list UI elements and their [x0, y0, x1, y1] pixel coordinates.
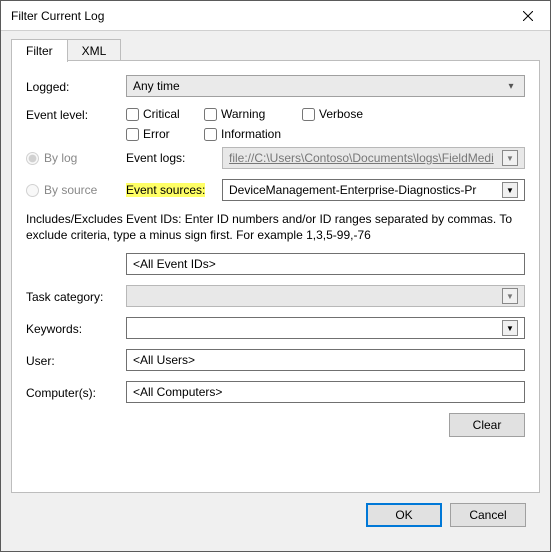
- includes-description: Includes/Excludes Event IDs: Enter ID nu…: [26, 211, 525, 243]
- check-warning-box[interactable]: [204, 108, 217, 121]
- window-title: Filter Current Log: [11, 9, 506, 23]
- task-category-label: Task category:: [26, 289, 126, 304]
- event-logs-label: Event logs:: [126, 151, 222, 165]
- chevron-down-icon: ▼: [502, 150, 518, 166]
- by-log-radio: [26, 152, 39, 165]
- tabstrip: Filter XML: [11, 39, 540, 61]
- by-source-label: By source: [44, 183, 97, 197]
- check-error[interactable]: Error: [126, 127, 196, 141]
- content-area: Filter XML Logged: Any time ▾ Event leve…: [1, 31, 550, 551]
- check-information-box[interactable]: [204, 128, 217, 141]
- check-verbose-box[interactable]: [302, 108, 315, 121]
- check-warning[interactable]: Warning: [204, 107, 294, 121]
- event-sources-label: Event sources:: [126, 183, 205, 197]
- close-icon: [523, 11, 533, 21]
- close-button[interactable]: [506, 1, 550, 31]
- check-error-box[interactable]: [126, 128, 139, 141]
- tab-filter[interactable]: Filter: [11, 39, 68, 62]
- logged-combo[interactable]: Any time ▾: [126, 75, 525, 97]
- logged-value: Any time: [133, 79, 504, 93]
- chevron-down-icon: ▼: [502, 320, 518, 336]
- by-source-radio: [26, 184, 39, 197]
- user-input[interactable]: [126, 349, 525, 371]
- keywords-combo[interactable]: ▼: [126, 317, 525, 339]
- by-log-label: By log: [44, 151, 77, 165]
- event-level-label: Event level:: [26, 107, 126, 122]
- chevron-down-icon: ▾: [504, 81, 518, 92]
- computers-label: Computer(s):: [26, 385, 126, 400]
- task-category-combo: ▼: [126, 285, 525, 307]
- check-critical-box[interactable]: [126, 108, 139, 121]
- clear-button[interactable]: Clear: [449, 413, 525, 437]
- check-information[interactable]: Information: [204, 127, 304, 141]
- cancel-button[interactable]: Cancel: [450, 503, 526, 527]
- event-sources-value: DeviceManagement-Enterprise-Diagnostics-…: [229, 183, 498, 197]
- check-critical[interactable]: Critical: [126, 107, 196, 121]
- computers-input[interactable]: [126, 381, 525, 403]
- event-ids-input[interactable]: [126, 253, 525, 275]
- chevron-down-icon: ▼: [502, 182, 518, 198]
- titlebar: Filter Current Log: [1, 1, 550, 31]
- dialog-footer: OK Cancel: [11, 493, 540, 541]
- filter-tab-body: Logged: Any time ▾ Event level: Critical: [11, 60, 540, 493]
- event-logs-value: file://C:\Users\Contoso\Documents\logs\F…: [229, 151, 498, 165]
- user-label: User:: [26, 353, 126, 368]
- event-sources-combo[interactable]: DeviceManagement-Enterprise-Diagnostics-…: [222, 179, 525, 201]
- filter-dialog: Filter Current Log Filter XML Logged: An…: [0, 0, 551, 552]
- logged-label: Logged:: [26, 79, 126, 94]
- check-verbose[interactable]: Verbose: [302, 107, 372, 121]
- chevron-down-icon: ▼: [502, 288, 518, 304]
- event-logs-combo: file://C:\Users\Contoso\Documents\logs\F…: [222, 147, 525, 169]
- ok-button[interactable]: OK: [366, 503, 442, 527]
- keywords-label: Keywords:: [26, 321, 126, 336]
- tab-xml[interactable]: XML: [67, 39, 122, 61]
